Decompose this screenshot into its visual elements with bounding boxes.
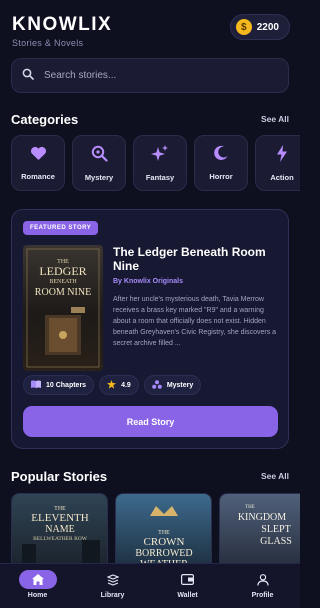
cover-text-line: CROWN xyxy=(144,536,185,548)
search-icon xyxy=(22,67,34,85)
lightning-icon xyxy=(276,144,288,167)
popular-header: Popular Stories See All xyxy=(11,467,289,485)
rating-chip: 4.9 xyxy=(99,375,139,395)
nav-label: Home xyxy=(27,592,48,599)
popular-see-all-link[interactable]: See All xyxy=(261,471,289,481)
heart-icon xyxy=(30,146,47,166)
category-label: Fantasy xyxy=(145,172,175,182)
popular-story-card[interactable]: THE KINGDOM SLEPT GLASS xyxy=(219,493,300,573)
chapters-count: 10 Chapters xyxy=(46,381,87,389)
popular-list: THE ELEVENTH NAME BELLWEATHER ROW THE CR… xyxy=(11,493,300,573)
library-icon xyxy=(94,570,132,589)
cover-text-line: BORROWED xyxy=(135,548,192,559)
popular-title: Popular Stories xyxy=(11,468,108,484)
cover-text-line: KINGDOM xyxy=(238,512,286,523)
nav-wallet[interactable]: Wallet xyxy=(160,564,216,608)
cover-text-line: ELEVENTH xyxy=(31,512,88,524)
featured-description: After her uncle's mysterious death, Tavi… xyxy=(113,296,277,347)
nav-label: Profile xyxy=(251,592,274,599)
magnifier-icon xyxy=(91,145,108,167)
categories-header: Categories See All xyxy=(11,110,289,128)
star-icon xyxy=(107,379,117,391)
coin-icon: $ xyxy=(235,19,252,35)
coin-balance-button[interactable]: $ 2200 xyxy=(229,14,290,40)
category-horror[interactable]: Horror xyxy=(194,135,248,191)
cover-text-line: BENEATH xyxy=(49,279,77,285)
bottom-navigation: Home Library Wallet Profile xyxy=(0,563,300,608)
cover-text-line: SLEPT xyxy=(261,524,290,535)
category-label: Mystery xyxy=(84,172,114,182)
nav-label: Library xyxy=(100,592,125,599)
category-label: Horror xyxy=(209,172,233,181)
cover-text-line: ROOM NINE xyxy=(35,287,91,298)
chapters-chip: 10 Chapters xyxy=(23,375,95,395)
cover-text-line: BELLWEATHER ROW xyxy=(33,536,88,542)
app-header: KNOWLIX Stories & Novels $ 2200 xyxy=(12,14,290,50)
nav-label: Wallet xyxy=(177,592,198,599)
category-mystery[interactable]: Mystery xyxy=(72,135,126,191)
nav-home[interactable]: Home xyxy=(10,564,66,608)
search-bar[interactable] xyxy=(11,58,289,93)
cover-text-line: NAME xyxy=(45,524,74,535)
genre-chip: Mystery xyxy=(143,375,202,395)
category-label: Romance xyxy=(21,171,55,181)
genre-icon xyxy=(152,379,162,391)
coin-balance: 2200 xyxy=(256,21,279,33)
home-icon xyxy=(18,570,57,589)
featured-title: The Ledger Beneath Room Nine xyxy=(113,245,266,273)
profile-icon xyxy=(244,570,282,589)
cover-text-line: LEDGER xyxy=(39,264,86,278)
read-story-button[interactable]: Read Story xyxy=(23,406,278,437)
categories-title: Categories xyxy=(11,111,79,127)
cover-text-line: THE xyxy=(245,505,255,510)
featured-cover-image: THE LEDGER BENEATH ROOM NINE xyxy=(23,245,103,371)
featured-badge: FEATURED STORY xyxy=(23,221,99,235)
featured-story-card[interactable]: FEATURED STORY THE LEDGER BENEATH ROOM N… xyxy=(11,209,289,449)
featured-author: By Knowlix Originals xyxy=(113,278,184,285)
book-icon xyxy=(31,380,41,390)
popular-story-card[interactable]: THE ELEVENTH NAME BELLWEATHER ROW xyxy=(11,493,108,573)
category-action[interactable]: Action xyxy=(255,135,300,191)
popular-story-card[interactable]: THE CROWN BORROWED WEATHER xyxy=(115,493,212,573)
category-list: Romance Mystery Fantasy Horror Action xyxy=(11,135,300,191)
search-input[interactable] xyxy=(44,70,264,81)
categories-see-all-link[interactable]: See All xyxy=(261,114,289,124)
genre-label: Mystery xyxy=(166,381,194,389)
sparkles-icon xyxy=(151,144,169,167)
cover-text-line: GLASS xyxy=(260,536,292,547)
wallet-icon xyxy=(169,570,207,589)
nav-library[interactable]: Library xyxy=(85,564,141,608)
category-fantasy[interactable]: Fantasy xyxy=(133,135,187,191)
moon-icon xyxy=(213,145,229,166)
category-label: Action xyxy=(270,172,294,182)
nav-profile[interactable]: Profile xyxy=(235,564,291,608)
rating-value: 4.9 xyxy=(121,381,131,389)
category-romance[interactable]: Romance xyxy=(11,135,65,191)
featured-meta: 10 Chapters 4.9 Mystery xyxy=(23,375,202,395)
